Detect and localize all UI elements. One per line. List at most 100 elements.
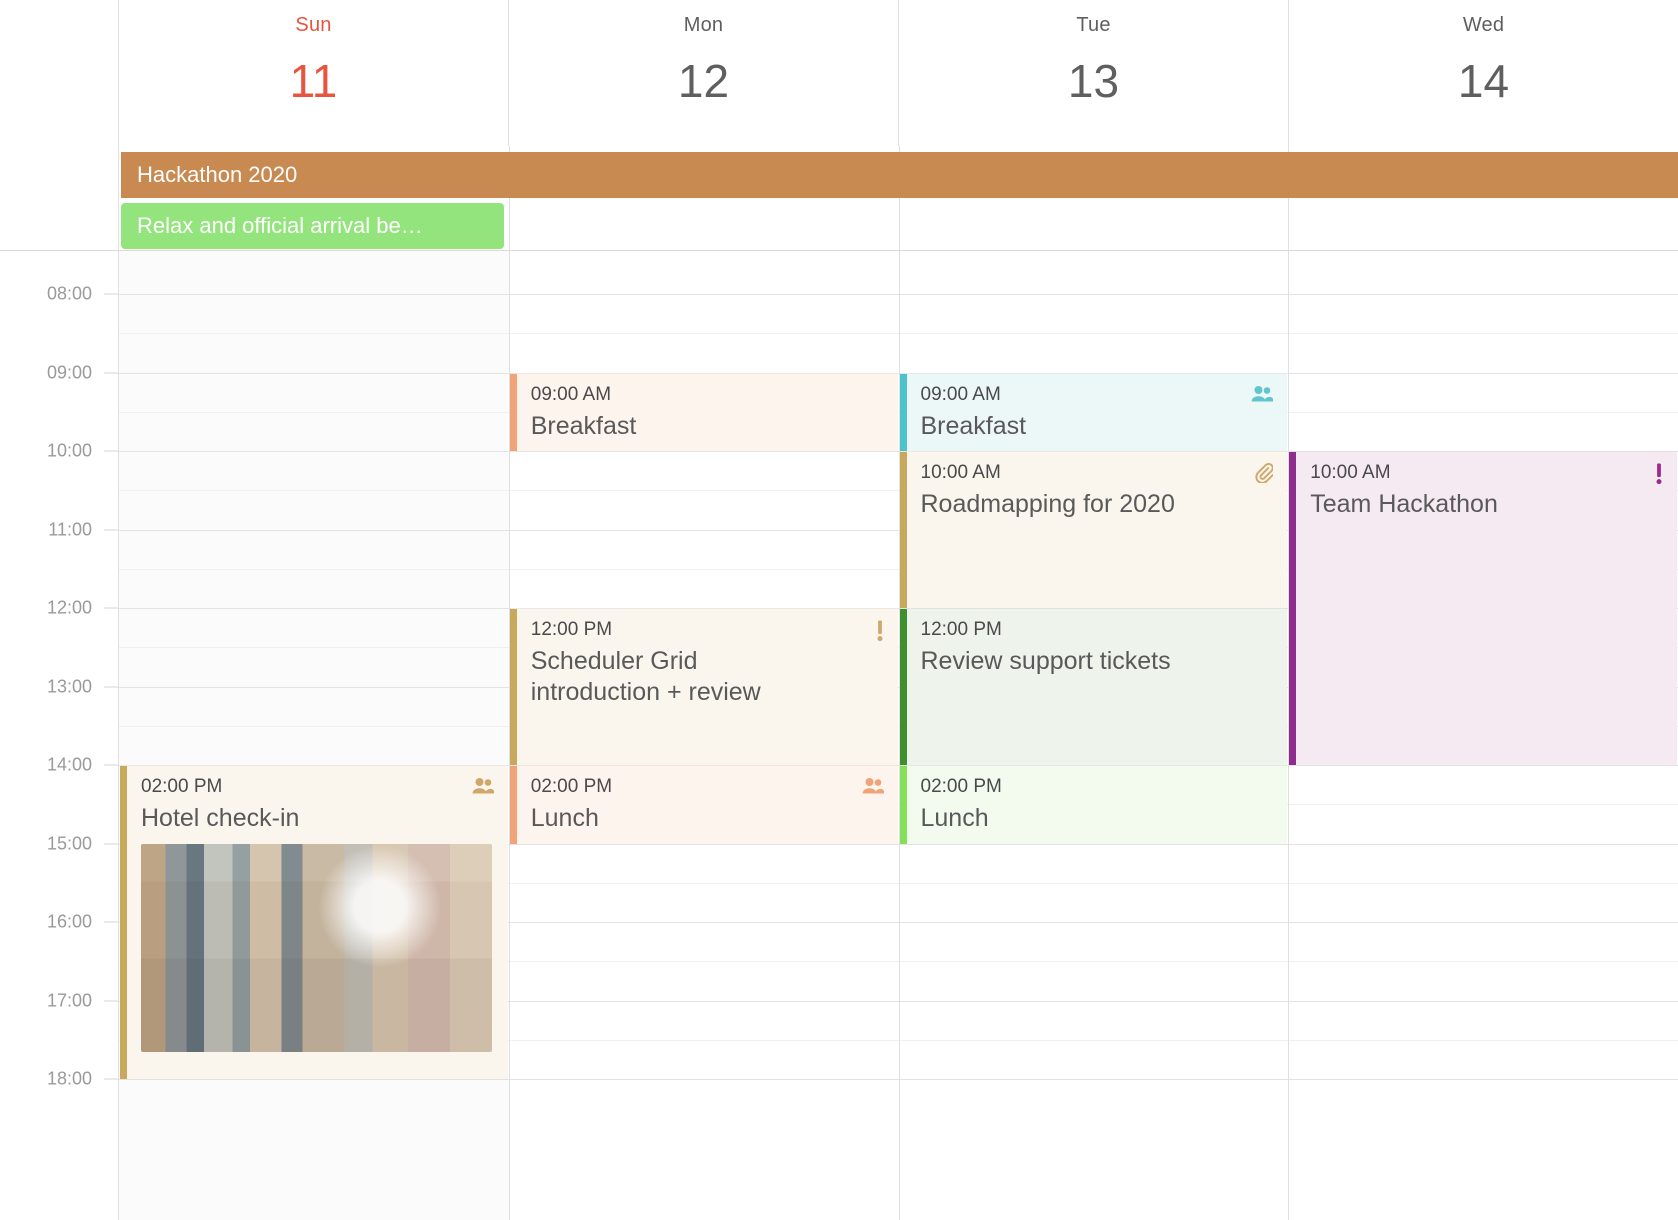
priority-high-icon bbox=[876, 620, 884, 646]
event-accent-bar bbox=[120, 766, 127, 1079]
day-header-wed[interactable]: Wed 14 bbox=[1289, 0, 1678, 146]
calendar-event[interactable]: 02:00 PM Lunch bbox=[899, 765, 1288, 844]
time-axis-tick bbox=[104, 529, 118, 530]
attachment-icon bbox=[1255, 462, 1274, 488]
event-title: Roadmapping for 2020 bbox=[920, 490, 1175, 518]
event-icons bbox=[876, 619, 884, 646]
event-content: 02:00 PM Hotel check-in bbox=[127, 766, 508, 1079]
all-day-event[interactable]: Relax and official arrival be… bbox=[121, 203, 504, 249]
event-content: 12:00 PM Review support tickets bbox=[907, 609, 1288, 765]
event-accent-bar bbox=[899, 373, 907, 451]
time-grid: 08:00 09:00 10:00 11:00 12:00 13:00 14:00 15:00… bbox=[0, 251, 1678, 1220]
time-axis-tick bbox=[104, 843, 118, 844]
event-icons bbox=[1251, 384, 1274, 408]
time-axis-label: 14:00 bbox=[46, 754, 92, 775]
calendar-event[interactable]: 12:00 PM Scheduler Grid introduction + re… bbox=[509, 608, 898, 765]
time-axis-label: 16:00 bbox=[46, 911, 92, 932]
event-content: 02:00 PM Lunch bbox=[517, 766, 898, 844]
calendar-event[interactable]: 10:00 AM Team Hackathon bbox=[1289, 451, 1677, 765]
time-axis-label: 18:00 bbox=[46, 1068, 92, 1089]
event-icons bbox=[862, 776, 884, 800]
event-time: 02:00 PM bbox=[141, 776, 223, 797]
event-time: 10:00 AM bbox=[920, 462, 1001, 483]
event-icons bbox=[1655, 462, 1663, 489]
event-header: 02:00 PM bbox=[921, 776, 1274, 800]
all-day-event-title: Relax and official arrival be… bbox=[137, 213, 423, 238]
week-scheduler: Sun 11 Mon 12 Tue 13 Wed 14 Hackathon 20… bbox=[0, 0, 1678, 1220]
event-title: Lunch bbox=[920, 804, 989, 832]
header-corner-cell bbox=[0, 0, 119, 146]
event-title: Breakfast bbox=[530, 411, 637, 440]
time-axis-label: 09:00 bbox=[46, 362, 92, 382]
time-axis-tick bbox=[104, 293, 118, 295]
people-icon bbox=[472, 777, 495, 800]
all-day-row: Hackathon 2020 Relax and official arrival… bbox=[0, 146, 1678, 251]
day-number-label: 13 bbox=[1067, 55, 1120, 107]
time-axis-tick bbox=[104, 1000, 118, 1001]
all-day-event[interactable]: Hackathon 2020 bbox=[121, 152, 1678, 198]
time-axis-label: 10:00 bbox=[46, 440, 92, 461]
day-number-label: 14 bbox=[1457, 55, 1510, 107]
event-content: 02:00 PM Lunch bbox=[907, 766, 1288, 844]
time-axis-label: 08:00 bbox=[46, 283, 92, 304]
event-title: Hotel check-in bbox=[141, 804, 300, 832]
people-icon bbox=[1251, 385, 1274, 408]
event-accent-bar bbox=[1289, 452, 1297, 765]
event-accent-bar bbox=[509, 766, 517, 844]
event-time: 12:00 PM bbox=[530, 619, 613, 640]
all-day-event-title: Hackathon 2020 bbox=[137, 162, 298, 187]
calendar-event[interactable]: 09:00 AM Breakfast bbox=[509, 372, 898, 451]
day-header-tue[interactable]: Tue 13 bbox=[899, 0, 1289, 146]
day-header-row: Sun 11 Mon 12 Tue 13 Wed 14 bbox=[0, 0, 1678, 146]
day-of-week-label: Mon bbox=[683, 14, 724, 36]
time-axis: 08:00 09:00 10:00 11:00 12:00 13:00 14:00 15:00… bbox=[0, 251, 119, 1220]
event-header: 09:00 AM bbox=[531, 384, 884, 408]
all-day-gutter bbox=[0, 146, 119, 250]
calendar-event[interactable]: 02:00 PM Hotel check-in bbox=[120, 765, 508, 1079]
event-time: 02:00 PM bbox=[920, 776, 1002, 797]
time-axis-tick bbox=[104, 607, 118, 609]
time-axis-label: 11:00 bbox=[48, 519, 92, 539]
day-header-mon[interactable]: Mon 12 bbox=[509, 0, 899, 146]
time-axis-tick bbox=[104, 764, 118, 766]
day-number-label: 12 bbox=[677, 55, 730, 107]
all-day-events-area[interactable]: Hackathon 2020 Relax and official arrival… bbox=[119, 146, 1678, 250]
event-content: 10:00 AM Roadmapping for 2020 bbox=[907, 452, 1288, 608]
time-axis-tick bbox=[104, 686, 118, 687]
event-header: 12:00 PM bbox=[921, 619, 1274, 643]
calendar-event[interactable]: 02:00 PM Lunch bbox=[509, 765, 898, 844]
event-header: 12:00 PM bbox=[531, 619, 884, 643]
event-time: 09:00 AM bbox=[530, 383, 612, 405]
calendar-event[interactable]: 10:00 AM Roadmapping for 2020 bbox=[899, 451, 1288, 608]
calendar-event[interactable]: 12:00 PM Review support tickets bbox=[899, 608, 1288, 765]
event-accent-bar bbox=[509, 609, 517, 765]
event-time: 02:00 PM bbox=[530, 776, 613, 797]
day-header-sun[interactable]: Sun 11 bbox=[119, 0, 509, 146]
time-axis-label: 12:00 bbox=[46, 597, 92, 618]
event-image bbox=[1310, 530, 1661, 738]
event-accent-bar bbox=[899, 609, 907, 765]
time-axis-label: 15:00 bbox=[46, 833, 92, 853]
time-axis-tick bbox=[104, 450, 118, 452]
event-accent-bar bbox=[899, 452, 907, 608]
event-header: 10:00 AM bbox=[1310, 462, 1663, 486]
event-icons bbox=[472, 776, 495, 800]
event-title: Review support tickets bbox=[920, 647, 1171, 675]
event-title: Lunch bbox=[530, 804, 599, 832]
event-content: 09:00 AM Breakfast bbox=[907, 374, 1288, 452]
day-columns[interactable]: 02:00 PM Hotel check-in 09:00 AM Breakfast 1… bbox=[119, 251, 1678, 1220]
event-header: 02:00 PM bbox=[141, 776, 495, 800]
event-header: 10:00 AM bbox=[921, 462, 1274, 486]
calendar-event[interactable]: 09:00 AM Breakfast bbox=[899, 372, 1288, 452]
event-icons bbox=[1255, 462, 1274, 488]
day-of-week-label: Wed bbox=[1462, 14, 1505, 36]
time-axis-label: 13:00 bbox=[46, 676, 92, 696]
event-header: 02:00 PM bbox=[531, 776, 884, 800]
priority-high-icon bbox=[1655, 463, 1663, 489]
event-title: Breakfast bbox=[920, 411, 1027, 440]
time-axis-tick bbox=[104, 921, 118, 923]
day-number-label: 11 bbox=[289, 55, 338, 107]
event-header: 09:00 AM bbox=[921, 384, 1274, 408]
day-of-week-label: Sun bbox=[295, 14, 332, 36]
time-axis-tick bbox=[104, 372, 118, 373]
